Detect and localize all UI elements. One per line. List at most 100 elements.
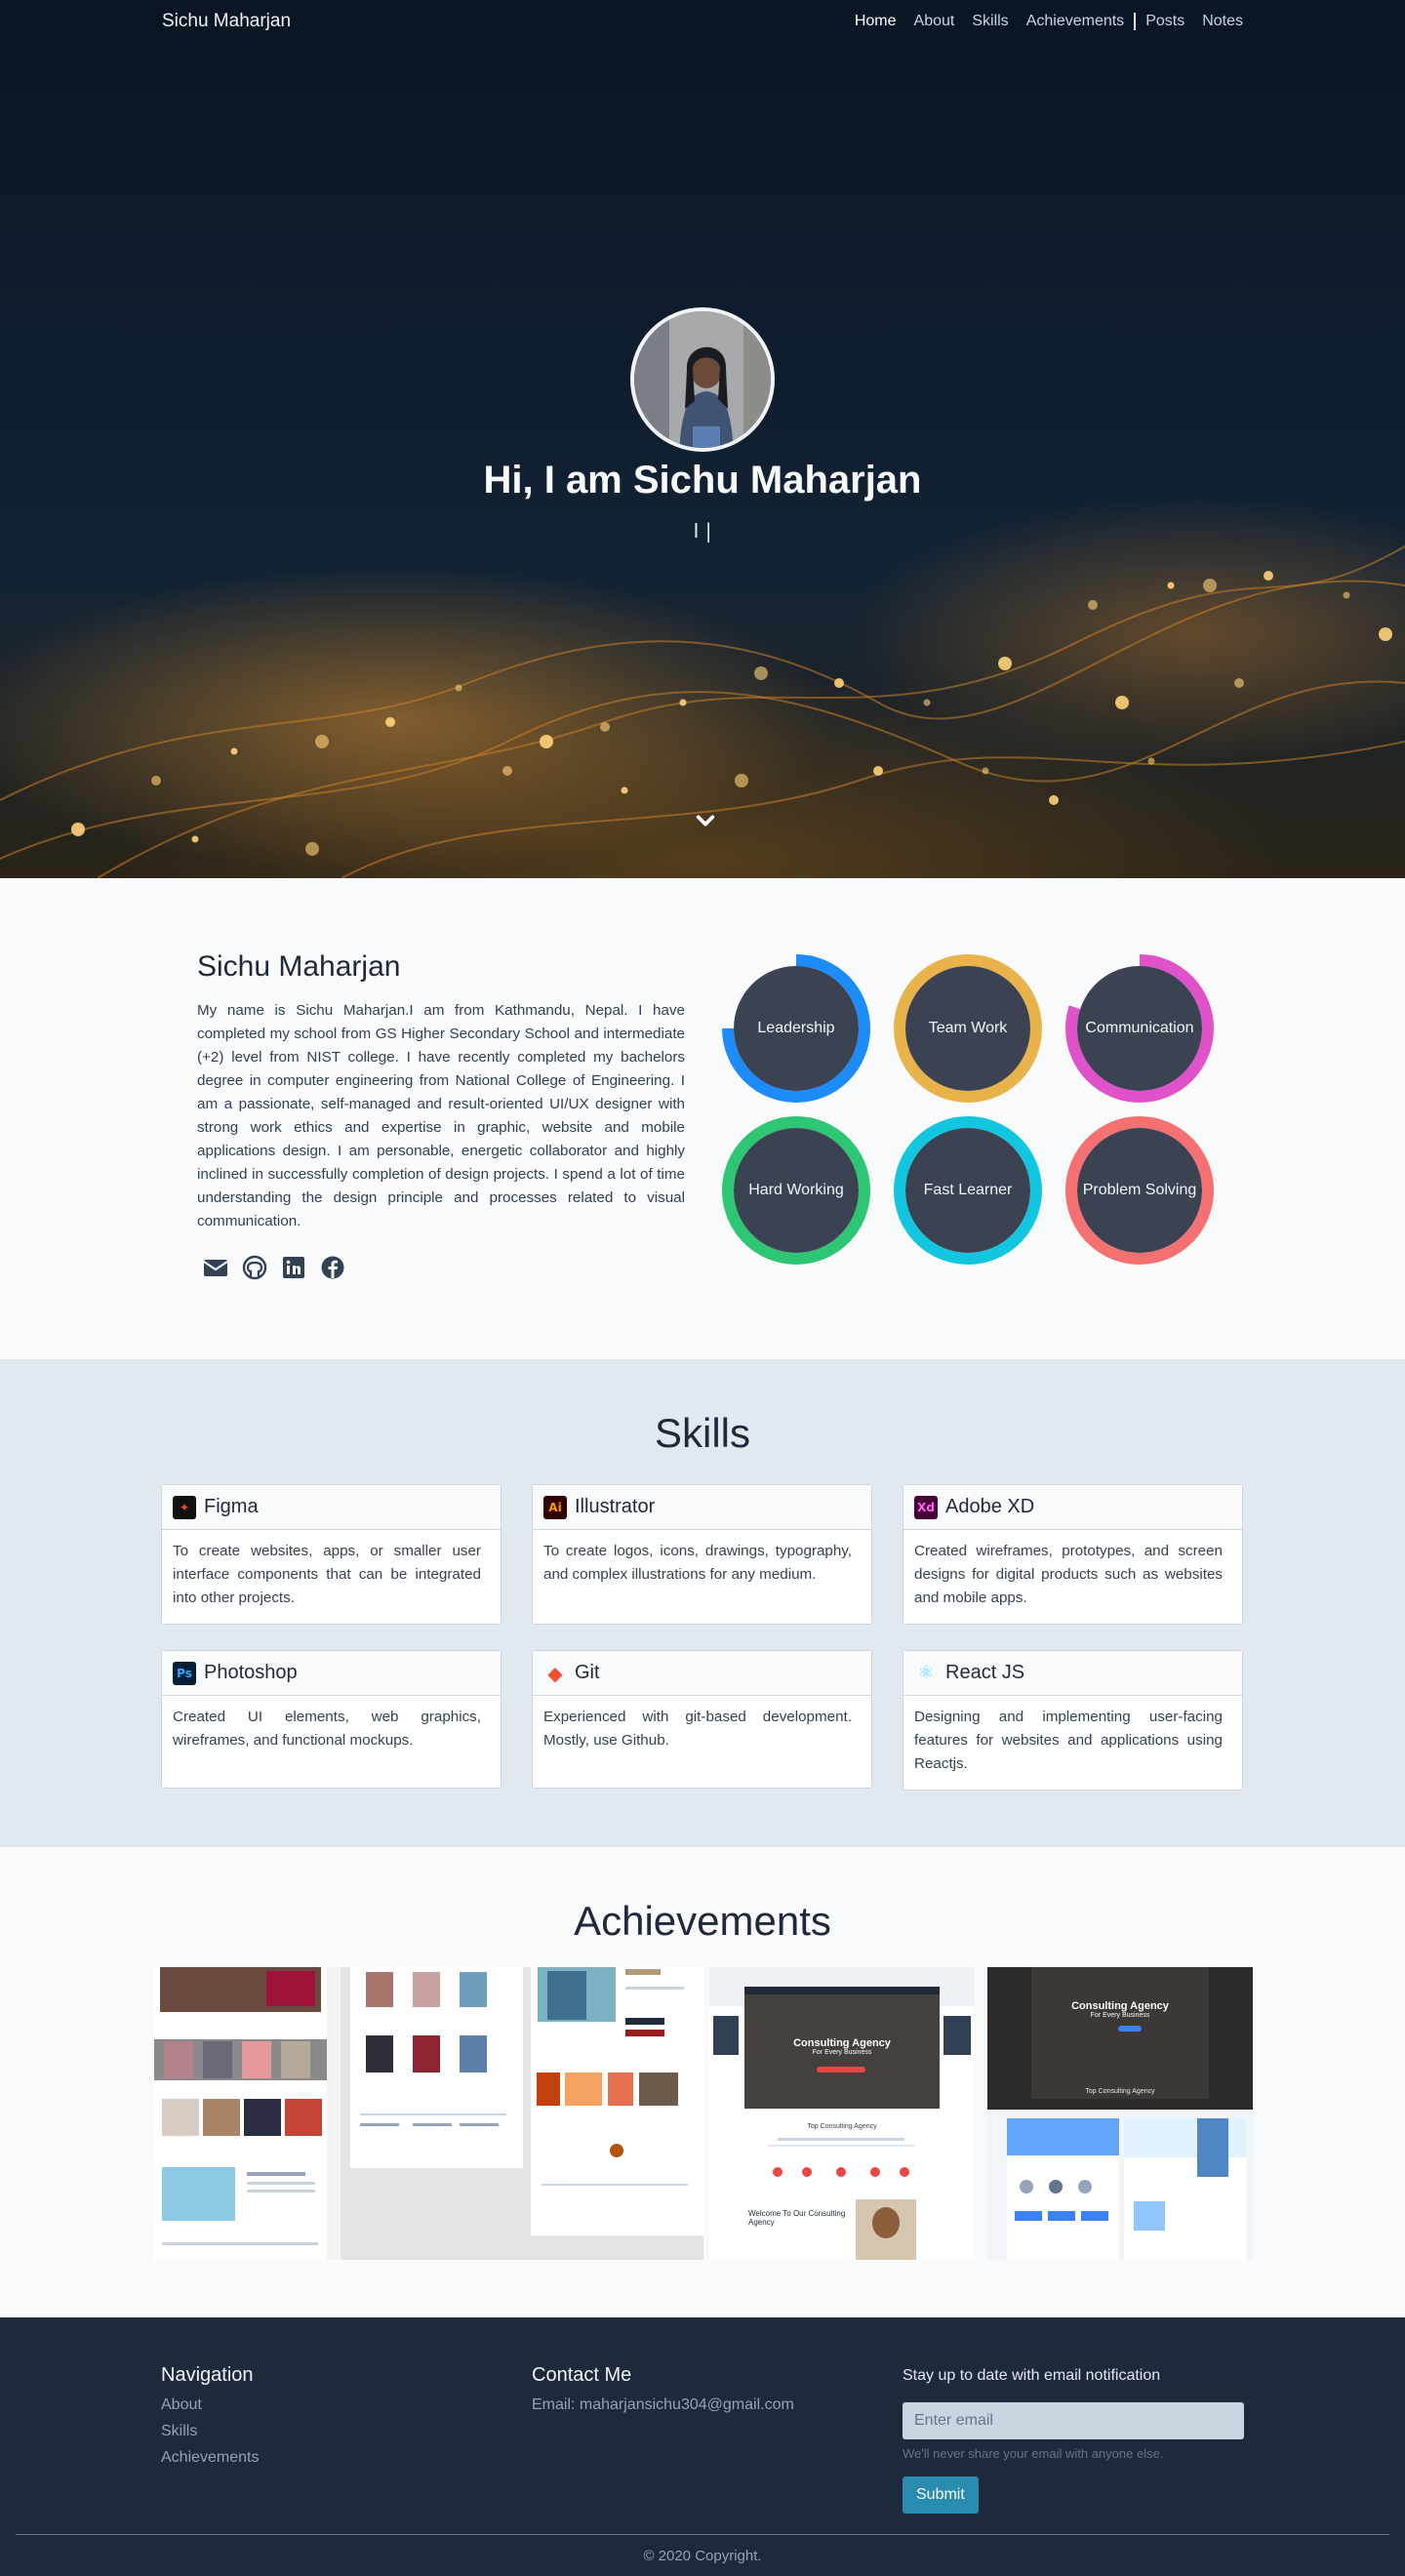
facebook-icon[interactable] — [320, 1255, 345, 1280]
shot-3-welcome: Welcome To Our Consulting Agency — [748, 2209, 846, 2227]
light-dot — [600, 722, 610, 732]
nav-link-achievements[interactable]: Achievements — [1026, 13, 1125, 30]
skill-card-git: ◆ Git Experienced with git-based developm… — [532, 1650, 872, 1789]
skill-description: Designing and implementing user-facing f… — [914, 1709, 1223, 1772]
footer-divider — [16, 2534, 1389, 2535]
footer-contact-title: Contact Me — [532, 2364, 632, 2386]
hero-title: Hi, I am Sichu Maharjan — [483, 459, 922, 502]
email-icon[interactable] — [203, 1255, 228, 1280]
nav-link-about[interactable]: About — [914, 13, 955, 30]
about-section: Sichu Maharjan My name is Sichu Maharjan… — [0, 878, 1405, 1359]
nav-link-skills[interactable]: Skills — [972, 13, 1008, 30]
email-field[interactable] — [903, 2402, 1244, 2439]
achievement-shot-4[interactable]: Consulting Agency For Every Business Top… — [987, 1967, 1253, 2260]
skill-name: Figma — [204, 1496, 259, 1517]
trait-label: Problem Solving — [1077, 1128, 1202, 1253]
social-links — [203, 1255, 685, 1280]
footer-navigation: Navigation About Skills Achievements — [161, 2364, 260, 2475]
trait-circle: Leadership — [722, 954, 870, 1103]
trait-label: Leadership — [734, 966, 859, 1091]
skills-section: Skills ✦ Figma To create websites, apps, … — [0, 1359, 1405, 1847]
trait-circle: Problem Solving — [1065, 1116, 1214, 1265]
trait-circle: Hard Working — [722, 1116, 870, 1265]
skill-name: Illustrator — [575, 1496, 656, 1517]
about-bio: My name is Sichu Maharjan.I am from Kath… — [197, 1002, 685, 1229]
contact-email[interactable]: Email: maharjansichu304@gmail.com — [532, 2396, 794, 2414]
skill-name: Git — [575, 1662, 600, 1683]
skill-card-figma: ✦ Figma To create websites, apps, or smal… — [161, 1484, 502, 1625]
trait-label: Communication — [1077, 966, 1202, 1091]
light-dot — [754, 666, 768, 680]
footer-subscribe: Stay up to date with email notification … — [903, 2364, 1244, 2514]
skill-name: Photoshop — [204, 1662, 298, 1683]
linkedin-icon[interactable] — [281, 1255, 306, 1280]
skill-description: Created UI elements, web graphics, wiref… — [173, 1709, 481, 1749]
light-dot — [230, 747, 238, 755]
trait-label: Team Work — [905, 966, 1030, 1091]
light-dot — [315, 735, 329, 748]
light-dot — [998, 657, 1012, 670]
site-footer: Navigation About Skills Achievements Con… — [0, 2317, 1405, 2576]
light-dot — [191, 835, 199, 843]
copyright-text: © 2020 Copyright. — [643, 2548, 762, 2564]
figma-icon: ✦ — [173, 1495, 196, 1519]
trait-label: Fast Learner — [905, 1128, 1030, 1253]
nav-link-notes[interactable]: Notes — [1202, 13, 1243, 30]
footer-link-achievements[interactable]: Achievements — [161, 2449, 260, 2467]
footer-contact: Contact Me Email: maharjansichu304@gmail… — [532, 2364, 794, 2414]
nav-link-posts[interactable]: Posts — [1134, 13, 1184, 30]
light-dot — [1167, 582, 1175, 589]
skill-name: Adobe XD — [945, 1496, 1035, 1517]
adobe-xd-icon: Xd — [914, 1495, 938, 1519]
skills-title: Skills — [654, 1410, 750, 1456]
shot-4-section-title: Top Consulting Agency — [1085, 2088, 1155, 2095]
about-text: Sichu Maharjan My name is Sichu Maharjan… — [197, 950, 685, 1280]
git-icon: ◆ — [547, 1661, 563, 1685]
skill-card-adobe-xd: Xd Adobe XD Created wireframes, prototype… — [903, 1484, 1243, 1625]
nav-link-home[interactable]: Home — [855, 13, 897, 30]
about-name: Sichu Maharjan — [197, 950, 401, 983]
achievement-gallery: Consulting Agency For Every Business Top… — [154, 1967, 1253, 2260]
light-dot — [1147, 757, 1155, 765]
site-brand[interactable]: Sichu Maharjan — [162, 11, 291, 32]
skill-card-photoshop: Ps Photoshop Created UI elements, web gra… — [161, 1650, 502, 1789]
trait-circle: Team Work — [894, 954, 1042, 1103]
light-dot — [735, 774, 748, 787]
light-dot — [1379, 627, 1392, 641]
light-dot — [71, 823, 85, 836]
trait-circle: Communication — [1065, 954, 1214, 1103]
skill-name: React JS — [945, 1662, 1025, 1683]
light-dot — [502, 766, 512, 776]
achievements-section: Achievements Consulting Agency For Every… — [0, 1847, 1405, 2317]
skill-card-react: ⚛ React JS Designing and implementing use… — [903, 1650, 1243, 1791]
skill-description: To create websites, apps, or smaller use… — [173, 1543, 481, 1606]
chevron-down-icon[interactable] — [695, 810, 716, 831]
footer-nav-title: Navigation — [161, 2364, 254, 2386]
footer-link-skills[interactable]: Skills — [161, 2423, 260, 2440]
submit-button[interactable]: Submit — [903, 2476, 979, 2514]
light-dot — [455, 684, 462, 692]
react-icon: ⚛ — [917, 1663, 935, 1683]
achievement-shot-1[interactable] — [154, 1967, 327, 2260]
nav-links: Home About Skills Achievements Posts Not… — [855, 13, 1243, 30]
light-dot — [540, 735, 553, 748]
profile-avatar — [630, 307, 775, 452]
achievement-shot-2[interactable] — [327, 1967, 703, 2260]
light-dot — [621, 786, 628, 794]
shot-3-title: Consulting Agency — [793, 2037, 891, 2049]
shot-3-subtitle: For Every Business — [812, 2049, 872, 2056]
illustrator-icon: Ai — [543, 1495, 567, 1519]
skill-description: Created wireframes, prototypes, and scre… — [914, 1543, 1223, 1606]
subscribe-title: Stay up to date with email notification — [903, 2367, 1161, 2384]
skill-card-illustrator: Ai Illustrator To create logos, icons, dr… — [532, 1484, 872, 1625]
top-navbar: Sichu Maharjan Home About Skills Achieve… — [0, 0, 1405, 43]
footer-link-about[interactable]: About — [161, 2396, 260, 2414]
light-dot — [1234, 678, 1244, 688]
shot-3-section-title: Top Consulting Agency — [807, 2123, 877, 2130]
hero-section: Sichu Maharjan Home About Skills Achieve… — [0, 0, 1405, 878]
skill-description: To create logos, icons, drawings, typogr… — [543, 1543, 852, 1583]
achievement-shot-3[interactable]: Consulting Agency For Every Business Top… — [709, 1967, 975, 2260]
trait-circle: Fast Learner — [894, 1116, 1042, 1265]
shot-4-title: Consulting Agency — [1071, 2000, 1169, 2012]
github-icon[interactable] — [242, 1255, 267, 1280]
